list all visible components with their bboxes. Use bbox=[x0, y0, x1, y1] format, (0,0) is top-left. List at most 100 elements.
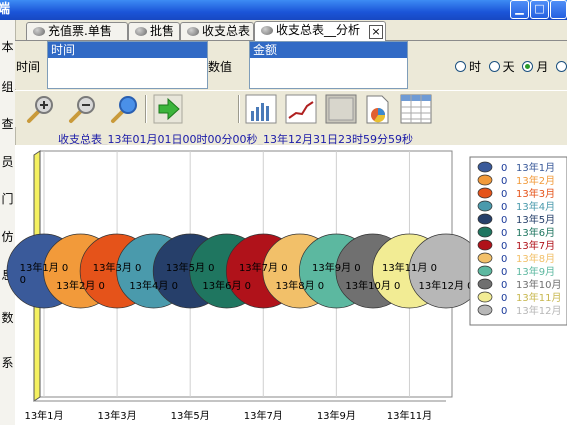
area-chart-button[interactable] bbox=[325, 94, 357, 124]
tab-label: 收支总表__分析 bbox=[276, 23, 361, 37]
legend-swatch bbox=[477, 187, 493, 199]
maximize-button[interactable]: □ bbox=[530, 0, 549, 19]
table-button[interactable] bbox=[400, 94, 432, 124]
chart-toolbar bbox=[15, 90, 567, 127]
zoom-reset-icon bbox=[111, 96, 137, 123]
radio-button[interactable] bbox=[488, 61, 500, 72]
left-nav-item[interactable]: 本 bbox=[0, 38, 15, 55]
filter-panel: 时间 时间 数值 金额 时 天 月 年 bbox=[15, 41, 567, 89]
time-listbox[interactable]: 时间 bbox=[47, 41, 208, 89]
legend-value: 0 bbox=[501, 293, 507, 304]
data-label: 13年7月 0 bbox=[239, 261, 288, 274]
tab-income-summary[interactable]: 收支总表 bbox=[180, 22, 254, 40]
tab-label: 批售 bbox=[150, 24, 175, 38]
radio-month[interactable]: 月 bbox=[522, 60, 548, 74]
radio-year[interactable]: 年 bbox=[555, 60, 567, 74]
tab-income-summary-analysis[interactable]: 收支总表__分析 × bbox=[254, 21, 386, 41]
tab-recharge-sales[interactable]: 充值票.单售 bbox=[26, 22, 128, 40]
value-list-header: 金额 bbox=[250, 42, 407, 58]
zoom-reset-button[interactable] bbox=[109, 94, 139, 124]
data-label: 13年8月 0 bbox=[275, 279, 324, 292]
legend-value: 0 bbox=[501, 241, 507, 252]
data-label: 13年10月 0 bbox=[345, 279, 400, 292]
minimize-icon: ▁ bbox=[515, 2, 524, 15]
legend-value: 0 bbox=[501, 189, 507, 200]
legend-swatch bbox=[477, 304, 493, 316]
legend-swatch bbox=[477, 239, 493, 251]
legend-label: 13年6月 bbox=[516, 226, 555, 239]
minimize-button[interactable]: ▁ bbox=[510, 0, 529, 19]
x-tick-label: 13年3月 bbox=[98, 409, 137, 422]
legend-value: 0 bbox=[501, 202, 507, 213]
toolbar-separator bbox=[145, 95, 147, 123]
pie-chart-button[interactable] bbox=[362, 94, 392, 124]
radio-day[interactable]: 天 bbox=[488, 60, 515, 74]
tab-close-button[interactable]: × bbox=[369, 25, 383, 39]
legend-swatch bbox=[477, 265, 493, 277]
zoom-out-icon bbox=[69, 96, 95, 123]
x-tick-label: 13年11月 bbox=[387, 409, 432, 422]
data-label: 13年5月 0 bbox=[166, 261, 215, 274]
x-tick-label: 13年9月 bbox=[317, 409, 356, 422]
pie-chart-icon bbox=[366, 95, 389, 124]
legend-swatch bbox=[477, 291, 493, 303]
radio-button[interactable] bbox=[455, 61, 466, 72]
legend-label: 13年3月 bbox=[516, 187, 555, 200]
tab-icon bbox=[33, 27, 45, 36]
zoom-in-button[interactable] bbox=[25, 94, 55, 124]
legend-swatch bbox=[477, 213, 493, 225]
data-label: 13年1月 0 bbox=[20, 261, 69, 274]
legend-value: 0 bbox=[501, 215, 507, 226]
legend-swatch bbox=[477, 174, 493, 186]
legend-label: 13年4月 bbox=[516, 200, 555, 213]
data-label: 13年4月 0 bbox=[129, 279, 178, 292]
legend-swatch bbox=[477, 226, 493, 238]
data-label: 13年12月 0 bbox=[419, 279, 474, 292]
legend-value: 0 bbox=[501, 280, 507, 291]
tab-icon bbox=[187, 27, 199, 36]
tab-label: 充值票.单售 bbox=[48, 24, 112, 38]
legend-value: 0 bbox=[501, 254, 507, 265]
tab-wholesale[interactable]: 批售 bbox=[128, 22, 180, 40]
export-arrow-icon bbox=[153, 94, 183, 124]
data-label: 13年9月 0 bbox=[312, 261, 361, 274]
left-nav-item[interactable]: 查 bbox=[0, 115, 15, 132]
close-window-button[interactable] bbox=[550, 0, 567, 19]
data-label: 13年11月 0 bbox=[382, 261, 437, 274]
y-tick-label: 0 bbox=[20, 275, 26, 286]
legend-label: 13年11月 bbox=[516, 291, 561, 304]
tab-icon bbox=[261, 26, 273, 35]
legend-label: 13年10月 bbox=[516, 278, 561, 291]
data-label: 13年3月 0 bbox=[93, 261, 142, 274]
legend-swatch bbox=[477, 252, 493, 264]
line-chart-button[interactable] bbox=[285, 94, 317, 124]
table-icon bbox=[400, 94, 432, 124]
bar-chart-icon bbox=[245, 94, 277, 124]
data-label: 13年6月 0 bbox=[202, 279, 251, 292]
legend-value: 0 bbox=[501, 163, 507, 174]
bar-chart-button[interactable] bbox=[245, 94, 277, 124]
granularity-radio-group: 时 天 月 年 bbox=[455, 58, 567, 75]
x-tick-label: 13年1月 bbox=[24, 409, 63, 422]
legend-swatch bbox=[477, 161, 493, 173]
left-nav-item[interactable]: 组 bbox=[0, 78, 15, 95]
legend-label: 13年5月 bbox=[516, 213, 555, 226]
window-title: 端 bbox=[0, 2, 11, 17]
legend-label: 13年1月 bbox=[516, 161, 555, 174]
radio-button[interactable] bbox=[555, 61, 567, 72]
radio-hour[interactable]: 时 bbox=[455, 60, 481, 74]
legend-value: 0 bbox=[501, 228, 507, 239]
radio-button[interactable] bbox=[522, 61, 534, 72]
legend-label: 13年8月 bbox=[516, 252, 555, 265]
zoom-out-button[interactable] bbox=[67, 94, 97, 124]
time-label: 时间 bbox=[16, 60, 41, 74]
time-list-header: 时间 bbox=[48, 42, 207, 58]
maximize-icon: □ bbox=[534, 2, 545, 15]
value-label: 数值 bbox=[208, 60, 233, 74]
export-button[interactable] bbox=[153, 94, 183, 124]
legend-swatch bbox=[477, 200, 493, 212]
legend-label: 13年9月 bbox=[516, 265, 555, 278]
legend-label: 13年12月 bbox=[516, 304, 561, 317]
value-listbox[interactable]: 金额 bbox=[249, 41, 408, 89]
data-label: 13年2月 0 bbox=[56, 279, 105, 292]
